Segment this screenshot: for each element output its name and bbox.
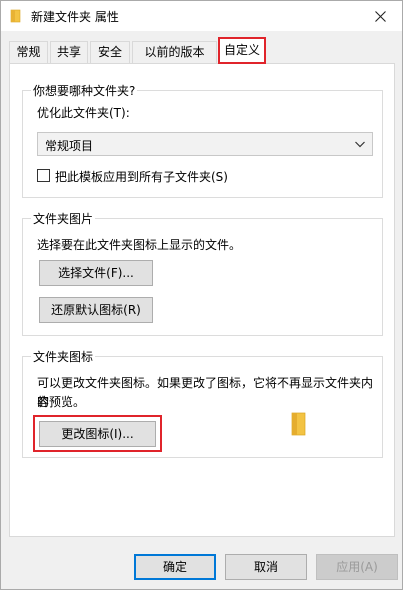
folder-type-group: 你想要哪种文件夹? 优化此文件夹(T): 常规项目 把此模板应用到所有子文件夹(… bbox=[22, 82, 383, 198]
choose-file-button[interactable]: 选择文件(F)... bbox=[39, 260, 153, 286]
folder-icon bbox=[10, 9, 21, 23]
ok-button[interactable]: 确定 bbox=[134, 554, 216, 580]
apply-subfolders-checkbox[interactable] bbox=[37, 169, 50, 182]
folder-icon bbox=[291, 412, 306, 436]
customize-panel: 你想要哪种文件夹? 优化此文件夹(T): 常规项目 把此模板应用到所有子文件夹(… bbox=[9, 63, 395, 537]
close-icon bbox=[374, 10, 386, 22]
tab-general[interactable]: 常规 bbox=[9, 41, 48, 63]
tab-strip: 常规 共享 安全 以前的版本 自定义 bbox=[9, 35, 394, 64]
change-icon-button[interactable]: 更改图标(I)... bbox=[39, 421, 156, 447]
folder-pictures-description: 选择要在此文件夹图标上显示的文件。 bbox=[37, 238, 242, 252]
folder-type-group-title: 你想要哪种文件夹? bbox=[31, 82, 138, 99]
optimize-selected-value: 常规项目 bbox=[45, 139, 94, 153]
folder-icons-group: 文件夹图标 可以更改文件夹图标。如果更改了图标，它将不再显示文件夹内容 的预览。… bbox=[22, 348, 383, 458]
properties-dialog: 新建文件夹 属性 常规 共享 安全 以前的版本 自定义 你想要哪种文件夹? 优化… bbox=[0, 0, 403, 590]
folder-icons-group-title: 文件夹图标 bbox=[31, 348, 96, 365]
apply-button[interactable]: 应用(A) bbox=[316, 554, 398, 580]
folder-icons-description-line1: 可以更改文件夹图标。如果更改了图标，它将不再显示文件夹内容 bbox=[37, 376, 374, 409]
chevron-down-icon bbox=[355, 141, 365, 148]
window-title: 新建文件夹 属性 bbox=[31, 10, 119, 24]
optimize-label: 优化此文件夹(T): bbox=[37, 106, 130, 120]
title-bar: 新建文件夹 属性 bbox=[1, 1, 402, 31]
cancel-button[interactable]: 取消 bbox=[225, 554, 307, 580]
restore-default-button[interactable]: 还原默认图标(R) bbox=[39, 297, 153, 323]
tab-customize[interactable]: 自定义 bbox=[219, 38, 265, 64]
apply-subfolders-label: 把此模板应用到所有子文件夹(S) bbox=[55, 170, 228, 184]
tab-previous-versions[interactable]: 以前的版本 bbox=[132, 41, 217, 63]
close-button[interactable] bbox=[358, 1, 402, 31]
folder-pictures-group: 文件夹图片 选择要在此文件夹图标上显示的文件。 选择文件(F)... 还原默认图… bbox=[22, 210, 383, 336]
folder-pictures-group-title: 文件夹图片 bbox=[31, 210, 96, 227]
folder-icons-description-line2: 的预览。 bbox=[37, 395, 86, 409]
tab-sharing[interactable]: 共享 bbox=[50, 41, 88, 63]
optimize-dropdown[interactable]: 常规项目 bbox=[37, 132, 373, 156]
tab-security[interactable]: 安全 bbox=[90, 41, 130, 63]
